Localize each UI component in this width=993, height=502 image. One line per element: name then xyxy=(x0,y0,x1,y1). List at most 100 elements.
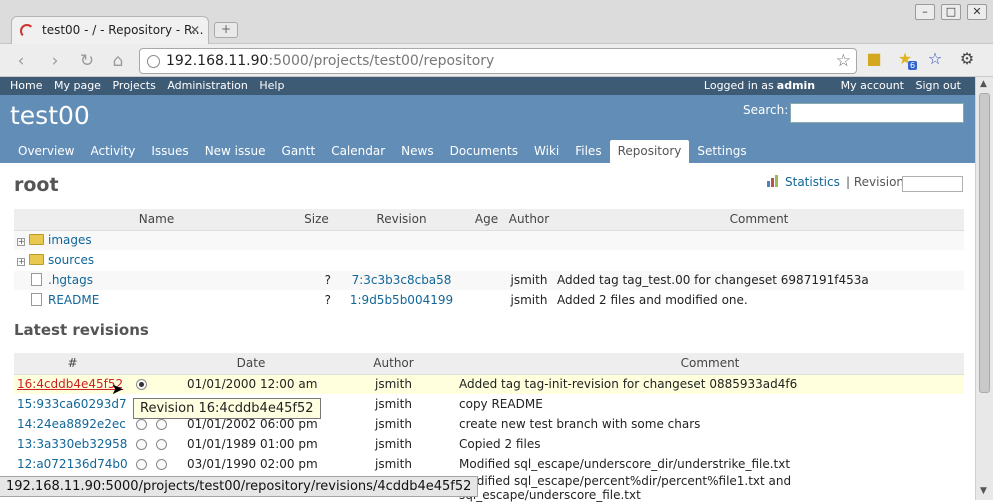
statistics-link[interactable]: Statistics xyxy=(767,175,840,189)
table-row: + sources xyxy=(14,250,964,271)
address-bar[interactable]: 192.168.11.90:5000/projects/test00/repos… xyxy=(139,48,857,74)
entry-age xyxy=(469,290,504,311)
revision-row: 16:4cddb4e45f52 01/01/2000 12:00 am jsmi… xyxy=(14,374,964,394)
column-header-comment[interactable]: Comment xyxy=(554,209,964,231)
repository-heading: root xyxy=(14,174,59,196)
tab-issues[interactable]: Issues xyxy=(143,140,196,163)
reload-icon[interactable]: ↻ xyxy=(76,50,98,72)
expand-icon[interactable]: + xyxy=(17,238,25,246)
top-menu-home[interactable]: Home xyxy=(10,79,42,92)
entry-size: ? xyxy=(299,270,334,291)
revision-row: 13:3a330eb32958 01/01/1989 01:00 pm jsmi… xyxy=(14,434,964,454)
entry-name[interactable]: .hgtags xyxy=(48,273,93,287)
compare-from-radio[interactable] xyxy=(135,439,147,450)
scroll-down-icon[interactable]: ▼ xyxy=(980,486,987,496)
revision-link[interactable]: 12:a072136d74b0 xyxy=(17,457,128,471)
compare-from-radio[interactable] xyxy=(135,459,147,470)
column-header-size[interactable]: Size xyxy=(299,209,334,231)
tab-new-issue[interactable]: New issue xyxy=(197,140,274,163)
revision-input[interactable] xyxy=(902,176,963,192)
top-menu-help[interactable]: Help xyxy=(259,79,284,92)
content-area: root Statistics | Revision: Name Size Re… xyxy=(0,163,975,502)
revision-comment: copy README xyxy=(459,397,543,411)
folder-extension-icon[interactable]: ■ xyxy=(864,49,884,69)
wrench-icon[interactable]: ⚙ xyxy=(957,49,977,69)
loading-icon xyxy=(20,24,34,38)
tab-files[interactable]: Files xyxy=(567,140,609,163)
search-input[interactable] xyxy=(790,103,964,123)
forward-icon[interactable]: › xyxy=(44,50,66,72)
top-menu-administration[interactable]: Administration xyxy=(167,79,248,92)
compare-to-radio[interactable] xyxy=(155,419,167,430)
page-scrollbar[interactable]: ▲ ▼ xyxy=(975,77,993,500)
revision-comment: Added tag tag-init-revision for changese… xyxy=(456,374,964,394)
revision-link[interactable]: 15:933ca60293d7 xyxy=(17,397,127,411)
entry-name[interactable]: images xyxy=(48,233,92,247)
entries-table: Name Size Revision Age Author Comment + i… xyxy=(14,209,964,311)
compare-from-radio[interactable] xyxy=(135,379,147,391)
revision-comment: Modified sql_escape/percent%dir/percent%… xyxy=(459,474,792,502)
column-header-age[interactable]: Age xyxy=(469,209,504,231)
close-window-button[interactable]: ✕ xyxy=(967,4,987,20)
tab-news[interactable]: News xyxy=(393,140,441,163)
tab-repository[interactable]: Repository xyxy=(609,140,690,163)
sign-out-link[interactable]: Sign out xyxy=(915,79,961,92)
bookmark-star-icon[interactable]: ☆ xyxy=(836,51,851,71)
browser-toolbar: ‹ › ↻ ⌂ 192.168.11.90:5000/projects/test… xyxy=(0,44,993,77)
compare-to-radio[interactable] xyxy=(155,459,167,470)
scroll-thumb[interactable] xyxy=(979,93,990,393)
table-row: .hgtags ? 7:3c3b3c8cba58 jsmith Added ta… xyxy=(14,270,964,291)
project-header: test00 Search: Overview Activity Issues … xyxy=(0,95,975,163)
column-header-author[interactable]: Author xyxy=(504,209,554,231)
search-label: Search: xyxy=(743,103,789,117)
column-header-name[interactable]: Name xyxy=(14,209,299,231)
entry-revision[interactable]: 7:3c3b3c8cba58 xyxy=(352,273,452,287)
table-row: README ? 1:9d5b5b004199 jsmith Added 2 f… xyxy=(14,290,964,311)
logged-in-user[interactable]: admin xyxy=(777,79,815,92)
entry-name[interactable]: README xyxy=(48,293,99,307)
globe-icon xyxy=(147,55,160,68)
revision-link[interactable]: 13:3a330eb32958 xyxy=(17,437,127,451)
tab-activity[interactable]: Activity xyxy=(83,140,144,163)
entry-name[interactable]: sources xyxy=(48,253,94,267)
top-menu-my-page[interactable]: My page xyxy=(54,79,101,92)
back-icon[interactable]: ‹ xyxy=(10,50,32,72)
revision-link[interactable]: 16:4cddb4e45f52 xyxy=(17,377,123,391)
bar-chart-icon xyxy=(767,175,778,187)
tab-wiki[interactable]: Wiki xyxy=(526,140,567,163)
compare-from-radio[interactable] xyxy=(135,419,147,430)
top-menu: Home My page Projects Administration Hel… xyxy=(0,77,975,95)
revision-link[interactable]: 14:24ea8892e2ec xyxy=(17,417,126,431)
close-tab-icon[interactable]: ✕ xyxy=(190,23,200,37)
tab-calendar[interactable]: Calendar xyxy=(323,140,393,163)
tab-documents[interactable]: Documents xyxy=(442,140,526,163)
status-bar: 192.168.11.90:5000/projects/test00/repos… xyxy=(0,476,479,497)
minimize-button[interactable]: – xyxy=(915,4,935,20)
column-header-compare-from xyxy=(131,353,151,375)
expand-icon[interactable]: + xyxy=(17,258,25,266)
entry-size: ? xyxy=(299,290,334,311)
entry-comment: Added 2 files and modified one. xyxy=(554,290,964,311)
revision-label: | Revision: xyxy=(846,175,909,189)
entry-revision[interactable]: 1:9d5b5b004199 xyxy=(350,293,453,307)
new-tab-button[interactable]: + xyxy=(214,22,238,38)
extension-badge: 6 xyxy=(908,61,918,70)
project-title: test00 xyxy=(10,101,90,130)
tab-settings[interactable]: Settings xyxy=(689,140,754,163)
blue-star-icon[interactable]: ☆ xyxy=(925,49,945,69)
my-account-link[interactable]: My account xyxy=(841,79,904,92)
entry-author: jsmith xyxy=(504,270,554,291)
tab-gantt[interactable]: Gantt xyxy=(274,140,324,163)
maximize-button[interactable]: □ xyxy=(941,4,961,20)
compare-to-radio[interactable] xyxy=(155,439,167,450)
home-icon[interactable]: ⌂ xyxy=(107,50,129,72)
browser-tab[interactable]: test00 - / - Repository - R... ✕ xyxy=(11,16,209,45)
scroll-up-icon[interactable]: ▲ xyxy=(980,79,987,89)
column-header-revision[interactable]: Revision xyxy=(334,209,469,231)
revision-date: 01/01/1989 01:00 pm xyxy=(187,437,318,451)
file-icon xyxy=(31,293,42,306)
top-menu-projects[interactable]: Projects xyxy=(112,79,155,92)
tab-overview[interactable]: Overview xyxy=(10,140,83,163)
mouse-cursor-icon: ➤ xyxy=(111,380,124,398)
file-icon xyxy=(31,273,42,286)
